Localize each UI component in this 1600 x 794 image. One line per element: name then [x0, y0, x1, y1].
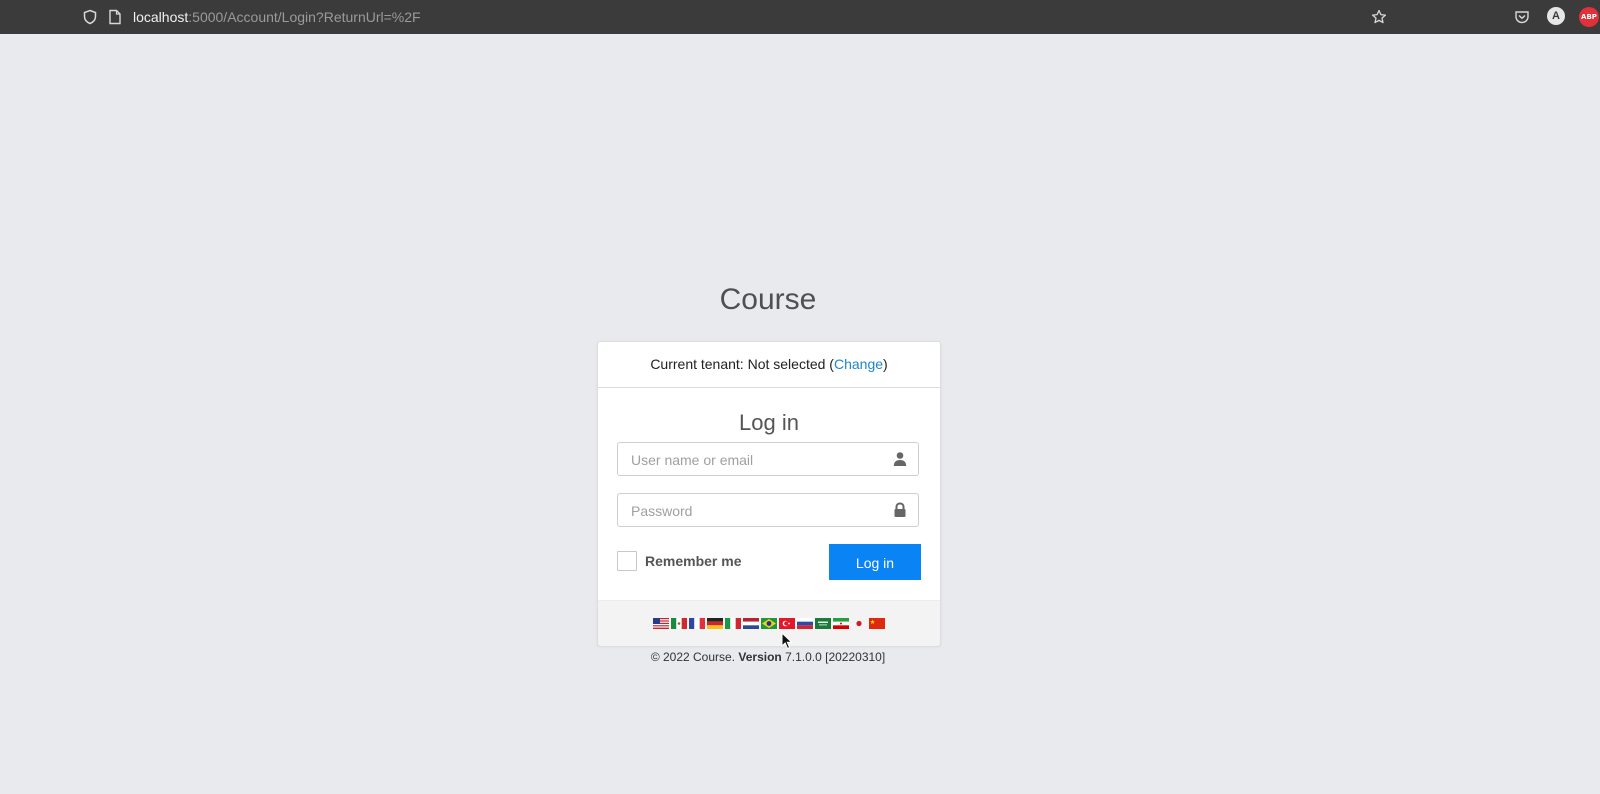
- login-heading: Log in: [739, 410, 799, 435]
- url-host: localhost: [133, 9, 189, 25]
- flag-tr-icon[interactable]: [779, 618, 795, 629]
- flag-cn-icon[interactable]: [869, 618, 885, 629]
- mouse-cursor-icon: [781, 632, 793, 650]
- tenant-paren-close: ): [883, 356, 888, 372]
- user-icon: [892, 451, 908, 467]
- version-label: Version: [738, 650, 782, 664]
- flag-us-icon[interactable]: [653, 618, 669, 629]
- username-input[interactable]: [629, 443, 883, 477]
- language-selector: [598, 600, 940, 646]
- copyright-text: © 2022 Course.: [650, 650, 736, 664]
- password-field[interactable]: [617, 493, 919, 528]
- pocket-icon[interactable]: [1512, 7, 1532, 27]
- tenant-switch-bar: Current tenant: Not selected (Change): [598, 342, 940, 388]
- account-avatar-icon[interactable]: A: [1547, 7, 1565, 25]
- app-brand-title: Course: [719, 283, 817, 316]
- url-path: :5000/Account/Login?ReturnUrl=%2F: [188, 9, 421, 25]
- flag-sa-icon[interactable]: [815, 618, 831, 629]
- tenant-status-text: Current tenant: Not selected (: [650, 356, 834, 372]
- remember-me-checkbox[interactable]: [617, 551, 637, 571]
- flag-jp-icon[interactable]: [851, 618, 867, 629]
- flag-br-icon[interactable]: [761, 618, 777, 629]
- browser-toolbar: localhost:5000/Account/Login?ReturnUrl=%…: [0, 0, 1600, 34]
- flag-nl-icon[interactable]: [743, 618, 759, 629]
- address-bar-url[interactable]: localhost:5000/Account/Login?ReturnUrl=%…: [133, 7, 421, 27]
- username-field[interactable]: [617, 442, 919, 477]
- version-value: 7.1.0.0 [20220310]: [785, 650, 886, 664]
- remember-me-row[interactable]: Remember me: [617, 550, 742, 572]
- login-card: Current tenant: Not selected (Change) Lo…: [597, 341, 941, 646]
- adblock-plus-icon[interactable]: ABP: [1579, 7, 1599, 27]
- remember-me-label[interactable]: Remember me: [645, 553, 742, 569]
- lock-icon: [892, 502, 908, 518]
- shield-icon[interactable]: [80, 7, 100, 27]
- bookmark-star-icon[interactable]: [1369, 7, 1389, 27]
- flag-it-icon[interactable]: [725, 618, 741, 629]
- flag-fr-icon[interactable]: [689, 618, 705, 629]
- flag-ir-icon[interactable]: [833, 618, 849, 629]
- page-icon: [105, 7, 125, 27]
- login-button[interactable]: Log in: [829, 544, 921, 580]
- change-tenant-link[interactable]: Change: [834, 356, 883, 372]
- flag-mx-icon[interactable]: [671, 618, 687, 629]
- page-footer: © 2022 Course. Version 7.1.0.0 [20220310…: [0, 650, 1536, 664]
- flag-de-icon[interactable]: [707, 618, 723, 629]
- flag-ru-icon[interactable]: [797, 618, 813, 629]
- password-input[interactable]: [629, 494, 883, 528]
